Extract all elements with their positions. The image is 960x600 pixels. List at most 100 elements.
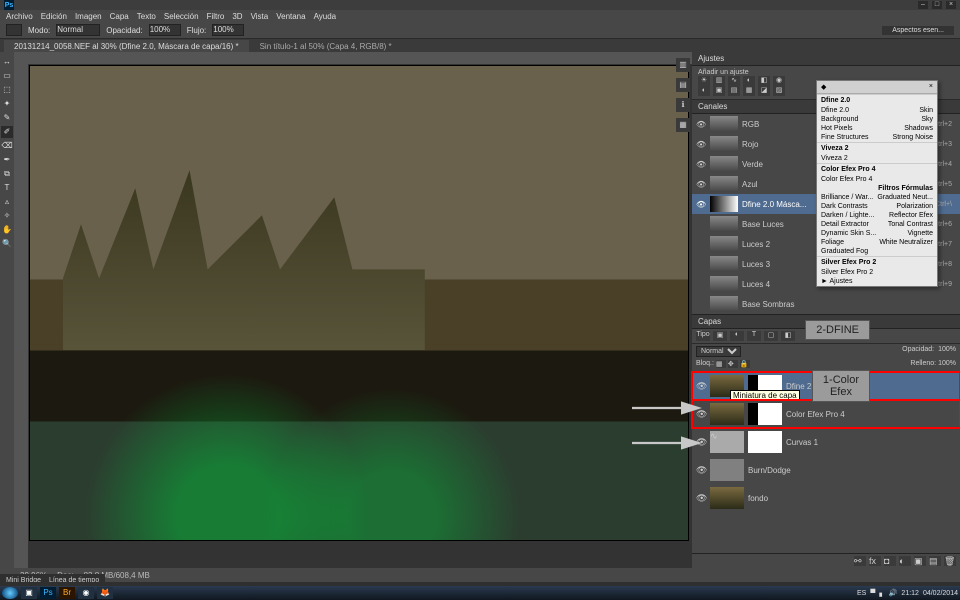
eye-icon[interactable]: 👁 [696, 120, 706, 129]
nik-item[interactable]: Dark ContrastsPolarization [817, 202, 937, 211]
layer-color-efex[interactable]: 👁 Color Efex Pro 4 [692, 400, 960, 428]
pen-tool[interactable]: ✒ [1, 154, 13, 166]
nik-item[interactable]: Brilliance / War...Graduated Neut... [817, 193, 937, 202]
nik-item[interactable]: Viveza 2 [817, 154, 937, 163]
nik-item[interactable]: Hot PixelsShadows [817, 124, 937, 133]
layer-thumb[interactable] [710, 487, 744, 509]
eye-icon[interactable]: 👁 [696, 140, 706, 149]
taskbar-chrome-icon[interactable]: ◉ [78, 587, 94, 599]
lock-position-icon[interactable]: ✥ [728, 360, 738, 368]
adjustments-panel-header[interactable]: Ajustes [692, 52, 960, 66]
filter-icon[interactable]: T [747, 331, 761, 341]
workspace-search[interactable]: Aspectos esen... [882, 26, 954, 35]
adj-brightness-icon[interactable]: ☀ [698, 76, 710, 86]
menu-texto[interactable]: Texto [137, 12, 156, 21]
opacity-value[interactable]: 100% [938, 346, 956, 357]
nik-panel-titlebar[interactable]: ◆ × [817, 81, 937, 94]
nik-item[interactable]: Dynamic Skin S...Vignette [817, 229, 937, 238]
nik-item[interactable]: Silver Efex Pro 2 [817, 268, 937, 277]
menu-ventana[interactable]: Ventana [276, 12, 305, 21]
adjustment-thumb[interactable]: ∿ [710, 431, 744, 453]
tray-volume-icon[interactable]: 🔊 [889, 589, 898, 597]
nik-close-icon[interactable]: × [929, 83, 933, 91]
mode-select[interactable]: Normal [56, 24, 100, 36]
layer-mask-thumb[interactable] [748, 403, 782, 425]
maximize-button[interactable]: □ [932, 1, 942, 9]
adjustment-icon[interactable]: ◐ [899, 556, 911, 566]
adj-vibrance-icon[interactable]: ◧ [758, 76, 770, 86]
start-button[interactable] [2, 587, 18, 599]
close-button[interactable]: × [946, 1, 956, 9]
taskbar-explorer-icon[interactable]: ▣ [21, 587, 37, 599]
nik-group-viveza[interactable]: Viveza 2 [817, 142, 937, 154]
tray-flag-icon[interactable]: ▀ [870, 590, 875, 597]
trash-icon[interactable]: 🗑 [944, 556, 956, 566]
nik-item[interactable]: FoliageWhite Neutralizer [817, 238, 937, 247]
dodge-tool[interactable]: ✧ [1, 210, 13, 222]
layer-thumb[interactable] [710, 403, 744, 425]
hand-tool[interactable]: ✋ [1, 224, 13, 236]
nik-item[interactable]: Color Efex Pro 4 [817, 175, 937, 184]
menu-vista[interactable]: Vista [251, 12, 269, 21]
group-icon[interactable]: ▣ [914, 556, 926, 566]
fill-value[interactable]: 100% [938, 360, 956, 368]
adj-hue-icon[interactable]: ◉ [773, 76, 785, 86]
adj-bw-icon[interactable]: ◐ [698, 86, 710, 96]
adj-exposure-icon[interactable]: ◐ [743, 76, 755, 86]
nik-group-dfine[interactable]: Dfine 2.0 [817, 94, 937, 106]
layer-name[interactable]: Burn/Dodge [748, 466, 791, 475]
shape-tool[interactable]: ▵ [1, 196, 13, 208]
eye-icon[interactable]: 👁 [696, 180, 706, 189]
lasso-tool[interactable]: ⬚ [1, 84, 13, 96]
tray-lang[interactable]: ES [857, 590, 866, 597]
menu-ayuda[interactable]: Ayuda [314, 12, 337, 21]
filter-icon[interactable]: ▣ [713, 331, 727, 341]
eye-icon[interactable]: 👁 [696, 465, 706, 476]
layer-name[interactable]: Color Efex Pro 4 [786, 410, 845, 419]
nik-group-silver[interactable]: Silver Efex Pro 2 [817, 256, 937, 268]
blend-mode-select[interactable]: Normal [696, 346, 741, 357]
menu-filtro[interactable]: Filtro [207, 12, 225, 21]
tray-date[interactable]: 04/02/2014 [923, 590, 958, 597]
menu-archivo[interactable]: Archivo [6, 12, 33, 21]
brush-tool[interactable]: ✐ [1, 126, 13, 138]
marquee-tool[interactable]: ▭ [1, 70, 13, 82]
menu-seleccion[interactable]: Selección [164, 12, 199, 21]
swatches-icon[interactable]: ▦ [676, 118, 690, 132]
brush-preset[interactable] [6, 24, 22, 36]
nik-plugin-panel[interactable]: ◆ × Dfine 2.0 Dfine 2.0Skin BackgroundSk… [816, 80, 938, 287]
wand-tool[interactable]: ✦ [1, 98, 13, 110]
info-icon[interactable]: ℹ [676, 98, 690, 112]
document-image[interactable] [30, 66, 688, 540]
actions-icon[interactable]: ▤ [676, 78, 690, 92]
new-layer-icon[interactable]: ▤ [929, 556, 941, 566]
eye-icon[interactable]: 👁 [696, 200, 706, 209]
adj-photo-icon[interactable]: ▣ [713, 86, 725, 96]
minimize-button[interactable]: – [918, 1, 928, 9]
menu-3d[interactable]: 3D [232, 12, 242, 21]
menu-imagen[interactable]: Imagen [75, 12, 102, 21]
taskbar-firefox-icon[interactable]: 🦊 [97, 587, 113, 599]
adj-poster-icon[interactable]: ▨ [773, 86, 785, 96]
nik-item[interactable]: Fine StructuresStrong Noise [817, 133, 937, 142]
adj-invert-icon[interactable]: ◪ [758, 86, 770, 96]
nik-item[interactable]: Darken / Lighte...Reflector Efex [817, 211, 937, 220]
lock-all-icon[interactable]: 🔒 [740, 360, 750, 368]
mask-icon[interactable]: ◘ [884, 556, 896, 566]
taskbar-bridge-icon[interactable]: Br [59, 587, 75, 599]
zoom-tool[interactable]: 🔍 [1, 238, 13, 250]
eye-icon[interactable]: 👁 [696, 409, 706, 420]
layer-name[interactable]: Curvas 1 [786, 438, 818, 447]
nik-group-cefex[interactable]: Color Efex Pro 4 [817, 163, 937, 175]
nik-item[interactable]: ► Ajustes [817, 277, 937, 286]
layer-burn-dodge[interactable]: 👁 Burn/Dodge [692, 456, 960, 484]
flow-field[interactable]: 100% [212, 24, 244, 36]
link-icon[interactable]: ⚯ [854, 556, 866, 566]
canvas-area[interactable] [14, 52, 692, 568]
history-icon[interactable]: ▥ [676, 58, 690, 72]
nik-item[interactable]: Detail ExtractorTonal Contrast [817, 220, 937, 229]
adj-mixer-icon[interactable]: ▤ [728, 86, 740, 96]
eye-icon[interactable]: 👁 [696, 493, 706, 504]
layer-thumb[interactable] [710, 459, 744, 481]
layer-fondo[interactable]: 👁 fondo [692, 484, 960, 512]
